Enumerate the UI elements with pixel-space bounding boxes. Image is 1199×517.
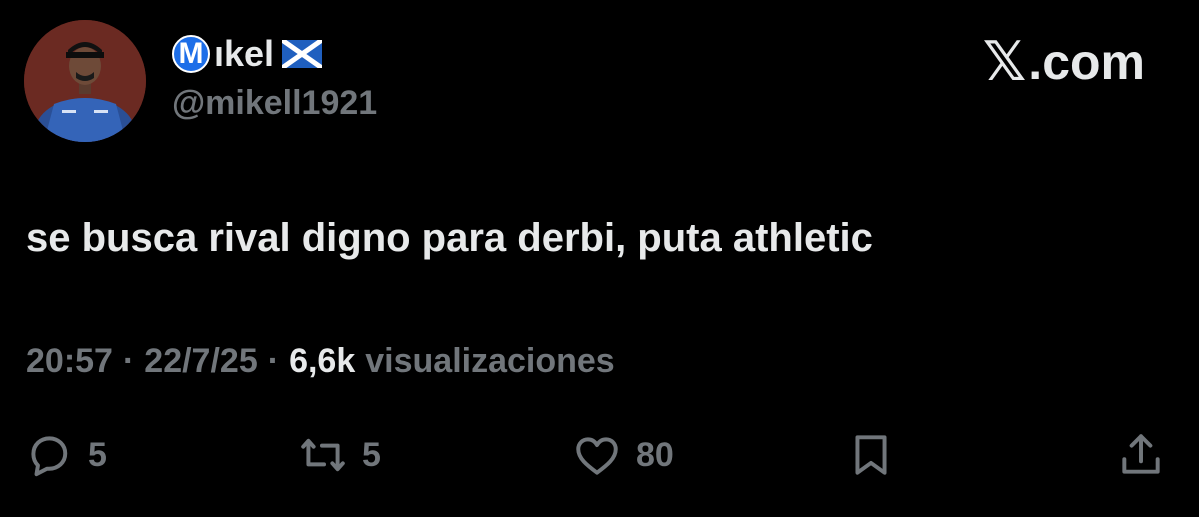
tweet-meta: 20:57 · 22/7/25 · 6,6k visualizaciones — [26, 342, 615, 381]
scotland-flag-icon — [282, 40, 323, 68]
author-name-row[interactable]: M ıkel — [172, 32, 323, 76]
bookmark-icon — [855, 435, 887, 475]
like-count: 80 — [636, 435, 674, 474]
name-letter-badge: M — [172, 35, 210, 73]
share-icon — [1122, 434, 1160, 474]
x-logo-icon: 𝕏 — [982, 32, 1027, 92]
avatar-photo — [24, 20, 146, 142]
brand-logo: 𝕏 .com — [983, 30, 1145, 93]
reply-icon — [31, 436, 68, 477]
action-bar: 5 5 80 — [0, 420, 1199, 490]
meta-separator: · — [267, 342, 280, 380]
author-handle[interactable]: @mikell1921 — [172, 84, 377, 123]
views-label: visualizaciones — [365, 342, 615, 380]
retweet-button[interactable]: 5 — [298, 420, 381, 490]
share-button[interactable] — [1116, 420, 1166, 490]
reply-count: 5 — [88, 435, 107, 474]
tweet-text: se busca rival digno para derbi, puta at… — [26, 216, 873, 260]
reply-button[interactable]: 5 — [24, 420, 107, 490]
author-display-name[interactable]: ıkel — [214, 33, 274, 75]
views-count: 6,6k — [289, 342, 356, 380]
meta-separator: · — [122, 342, 135, 380]
tweet-time[interactable]: 20:57 — [26, 342, 113, 381]
like-button[interactable]: 80 — [572, 420, 674, 490]
avatar[interactable] — [24, 20, 146, 142]
brand-domain-text: .com — [1028, 33, 1145, 90]
tweet-date[interactable]: 22/7/25 — [144, 342, 257, 381]
heart-icon — [576, 437, 618, 475]
bookmark-button[interactable] — [846, 420, 896, 490]
retweet-count: 5 — [362, 435, 381, 474]
retweet-icon — [301, 438, 345, 472]
